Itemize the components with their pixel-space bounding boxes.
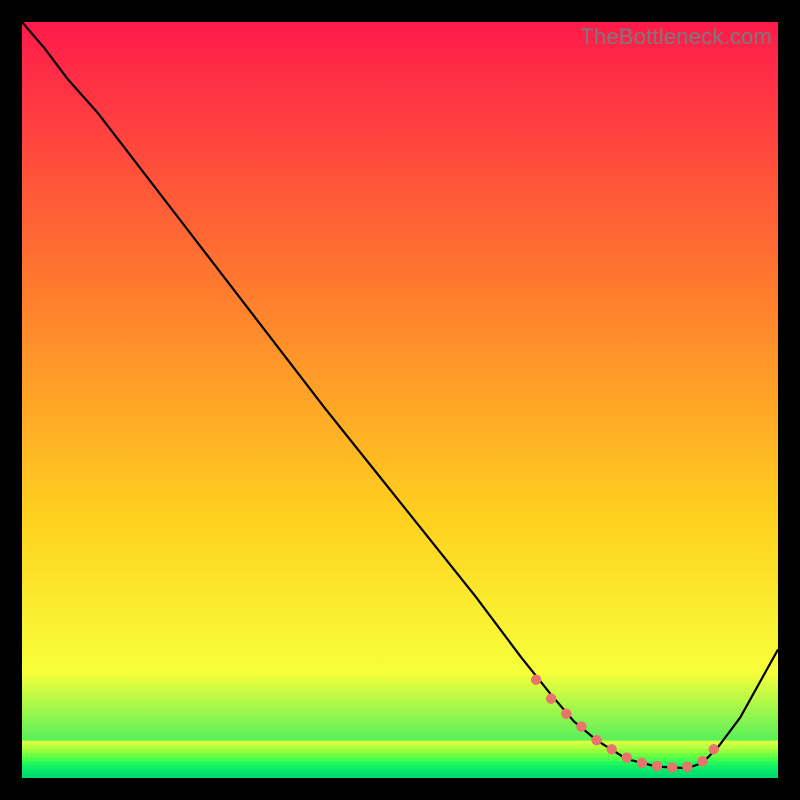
watermark-label: TheBottleneck.com <box>580 24 772 50</box>
trough-marker <box>622 752 632 762</box>
gradient-background <box>22 22 778 778</box>
chart-frame: TheBottleneck.com <box>22 22 778 778</box>
trough-marker <box>637 758 647 768</box>
trough-marker <box>667 762 677 772</box>
trough-marker <box>531 675 541 685</box>
trough-marker <box>561 709 571 719</box>
trough-marker <box>546 693 556 703</box>
trough-marker <box>697 756 707 766</box>
trough-marker <box>591 735 601 745</box>
green-bands <box>22 741 778 778</box>
chart-svg <box>22 22 778 778</box>
trough-marker <box>652 761 662 771</box>
trough-marker <box>576 721 586 731</box>
trough-marker <box>682 761 692 771</box>
trough-marker <box>709 744 719 754</box>
trough-marker <box>606 744 616 754</box>
